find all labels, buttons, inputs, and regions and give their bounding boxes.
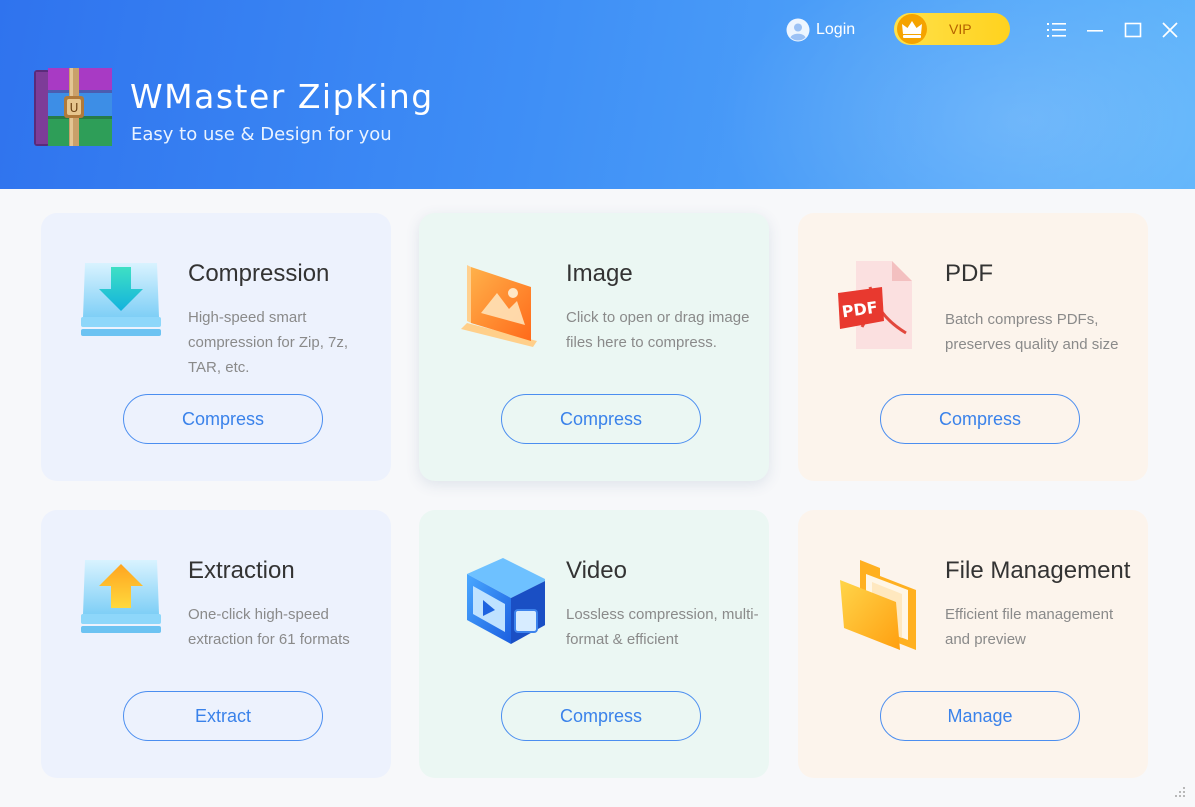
menu-icon: [1047, 23, 1066, 37]
login-button[interactable]: Login: [786, 17, 855, 43]
pdf-card[interactable]: PDF PDF Batch compress PDFs, preserves q…: [798, 213, 1148, 481]
card-description: High-speed smart compression for Zip, 7z…: [188, 309, 349, 376]
compress-button[interactable]: Compress: [880, 394, 1080, 444]
card-title: Compression: [188, 260, 330, 287]
maximize-icon: [1124, 22, 1142, 38]
compression-card[interactable]: Compression High-speed smart compression…: [41, 213, 391, 481]
video-card[interactable]: Video Lossless compression, multi-format…: [419, 510, 769, 778]
app-header: U WMaster ZipKing Easy to use & Design f…: [0, 0, 1195, 189]
video-player-icon: [467, 558, 545, 644]
card-description: Batch compress PDFs, preserves quality a…: [945, 311, 1119, 353]
minimize-button[interactable]: [1083, 18, 1107, 42]
compress-button[interactable]: Compress: [123, 394, 323, 444]
app-tagline: Easy to use & Design for you: [131, 124, 392, 145]
card-title: PDF: [945, 260, 993, 287]
menu-button[interactable]: [1045, 18, 1069, 42]
image-card[interactable]: Image Click to open or drag image files …: [419, 213, 769, 481]
compress-button[interactable]: Compress: [501, 394, 701, 444]
card-description: Efficient file management and preview: [945, 606, 1114, 648]
extraction-card[interactable]: Extraction One-click high-speed extracti…: [41, 510, 391, 778]
close-button[interactable]: [1158, 18, 1182, 42]
minimize-icon: [1087, 30, 1103, 32]
login-label: Login: [816, 21, 856, 38]
card-description: One-click high-speed extraction for 61 f…: [188, 606, 350, 648]
compress-tray-icon: [81, 263, 161, 336]
avatar-icon: [786, 18, 810, 42]
file-management-card[interactable]: File Management Efficient file managemen…: [798, 510, 1148, 778]
folder-icon: [840, 560, 916, 650]
pdf-file-icon: PDF: [838, 261, 912, 349]
card-description: Lossless compression, multi-format & eff…: [566, 606, 759, 648]
card-title: File Management: [945, 557, 1131, 584]
vip-label: VIP: [949, 21, 972, 37]
extract-button[interactable]: Extract: [123, 691, 323, 741]
extract-tray-icon: [81, 560, 161, 633]
app-title: WMaster ZipKing: [130, 77, 434, 116]
image-frame-icon: [461, 265, 537, 347]
close-icon: [1162, 22, 1178, 38]
crown-icon: [897, 14, 927, 44]
compress-button[interactable]: Compress: [501, 691, 701, 741]
card-title: Video: [566, 557, 627, 584]
card-description: Click to open or drag image files here t…: [566, 309, 750, 351]
maximize-button[interactable]: [1121, 18, 1145, 42]
card-title: Extraction: [188, 557, 295, 584]
resize-grip-icon[interactable]: [1171, 785, 1187, 801]
svg-text:U: U: [70, 101, 79, 115]
manage-button[interactable]: Manage: [880, 691, 1080, 741]
card-title: Image: [566, 260, 633, 287]
vip-button[interactable]: VIP: [894, 13, 1010, 45]
archive-logo-icon: U: [34, 68, 112, 146]
